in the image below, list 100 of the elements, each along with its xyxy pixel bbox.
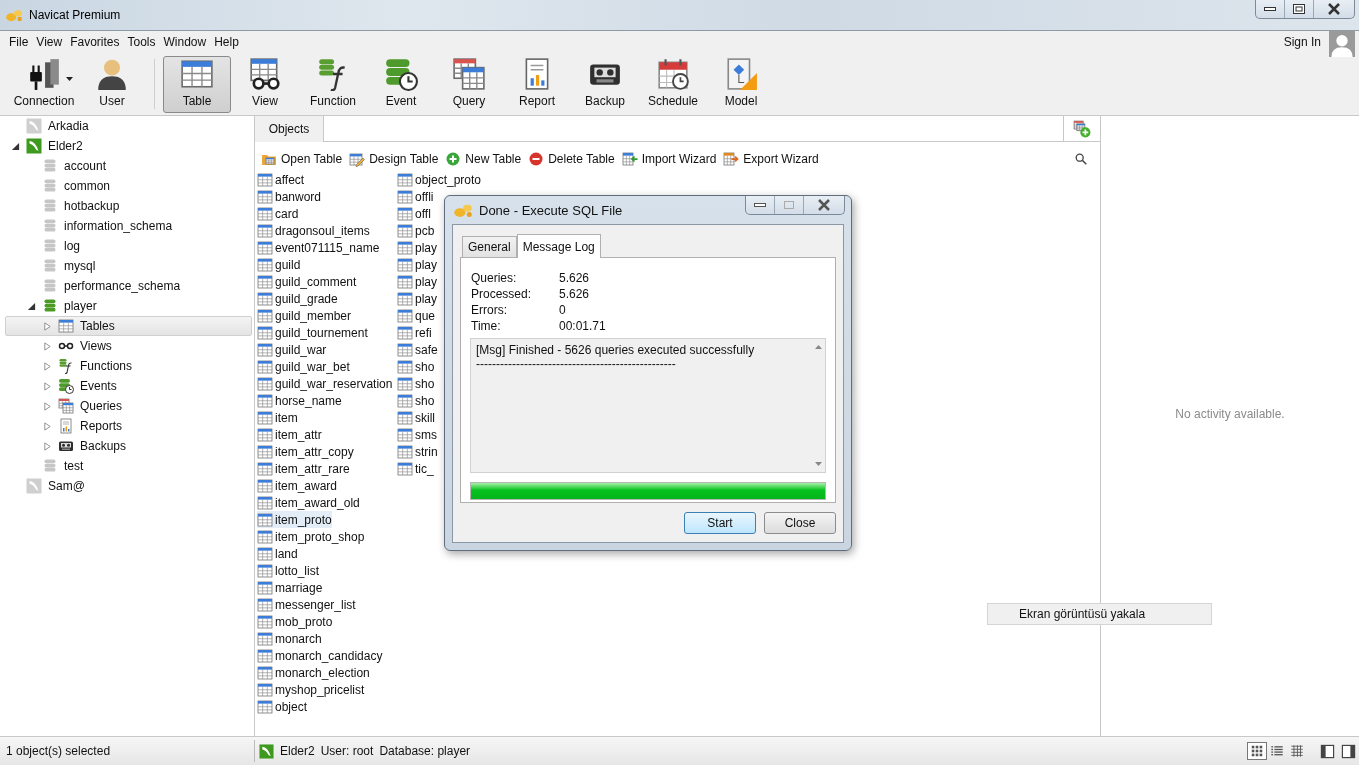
- toolbar-button[interactable]: Design Table: [349, 151, 439, 167]
- table-item[interactable]: item_award_old: [257, 494, 360, 511]
- table-item[interactable]: safe: [397, 341, 438, 358]
- tree-item[interactable]: hotbackup: [5, 196, 252, 216]
- tree-item[interactable]: mysql: [5, 256, 252, 276]
- table-item[interactable]: offli: [397, 188, 434, 205]
- up-arrow-icon[interactable]: [814, 345, 822, 349]
- menu-item[interactable]: Tools: [123, 35, 160, 49]
- table-item[interactable]: play: [397, 290, 437, 307]
- table-item[interactable]: dragonsoul_items: [257, 222, 370, 239]
- table-item[interactable]: guild_comment: [257, 273, 357, 290]
- caret-icon[interactable]: [66, 76, 73, 81]
- table-item[interactable]: guild: [257, 256, 301, 273]
- table-item[interactable]: lotto_list: [257, 562, 320, 579]
- toolbar-button[interactable]: User: [78, 55, 146, 113]
- table-item[interactable]: play: [397, 256, 437, 273]
- tree-item[interactable]: Functions: [5, 356, 252, 376]
- table-item[interactable]: monarch: [257, 630, 322, 647]
- tree-item[interactable]: Queries: [5, 396, 252, 416]
- table-item[interactable]: item_award: [257, 477, 338, 494]
- table-item[interactable]: que: [397, 307, 436, 324]
- toolbar-button[interactable]: Model: [707, 55, 775, 113]
- tree-item[interactable]: Elder2: [5, 136, 252, 156]
- tree-item[interactable]: Views: [5, 336, 252, 356]
- table-item[interactable]: item_attr_copy: [257, 443, 354, 460]
- table-item[interactable]: item_proto_shop: [257, 528, 365, 545]
- table-item[interactable]: item_attr_rare: [257, 460, 350, 477]
- sign-in-link[interactable]: Sign In: [1283, 35, 1321, 49]
- table-item[interactable]: item_proto: [257, 511, 332, 528]
- tree-item[interactable]: Tables: [5, 316, 252, 336]
- dialog-button[interactable]: Close: [764, 512, 836, 534]
- tree-item[interactable]: Arkadia: [5, 116, 252, 136]
- table-item[interactable]: event071115_name: [257, 239, 380, 256]
- view-mode-button[interactable]: [1247, 742, 1267, 760]
- table-item[interactable]: refi: [397, 324, 432, 341]
- search-button[interactable]: [1074, 152, 1088, 166]
- toolbar-button[interactable]: Delete Table: [528, 151, 615, 167]
- table-item[interactable]: item: [257, 409, 298, 426]
- table-item[interactable]: guild_war_bet: [257, 358, 350, 375]
- table-item[interactable]: sho: [397, 375, 435, 392]
- table-item[interactable]: sms: [397, 426, 437, 443]
- triangle-icon[interactable]: [10, 141, 20, 151]
- menu-item[interactable]: Help: [210, 35, 243, 49]
- tree-item[interactable]: player: [5, 296, 252, 316]
- table-item[interactable]: monarch_candidacy: [257, 647, 383, 664]
- table-item[interactable]: object_proto: [397, 171, 482, 188]
- table-item[interactable]: horse_name: [257, 392, 342, 409]
- table-item[interactable]: object: [257, 698, 308, 715]
- table-item[interactable]: messenger_list: [257, 596, 356, 613]
- menu-item[interactable]: Window: [159, 35, 211, 49]
- down-arrow-icon[interactable]: [814, 462, 822, 466]
- menu-item[interactable]: Favorites: [66, 35, 124, 49]
- tree-item[interactable]: Backups: [5, 436, 252, 456]
- toolbar-button[interactable]: Schedule: [639, 55, 707, 113]
- tab[interactable]: Message Log: [516, 234, 601, 258]
- table-item[interactable]: sho: [397, 358, 435, 375]
- table-item[interactable]: card: [257, 205, 299, 222]
- tree-item[interactable]: common: [5, 176, 252, 196]
- table-item[interactable]: guild_war: [257, 341, 327, 358]
- table-item[interactable]: item_attr: [257, 426, 322, 443]
- table-item[interactable]: offl: [397, 205, 431, 222]
- tree-item[interactable]: account: [5, 156, 252, 176]
- toolbar-button[interactable]: Table: [163, 55, 231, 113]
- menu-item[interactable]: View: [32, 35, 67, 49]
- table-item[interactable]: guild_member: [257, 307, 352, 324]
- toolbar-button[interactable]: Export Wizard: [723, 151, 819, 167]
- tree-item[interactable]: log: [5, 236, 252, 256]
- table-item[interactable]: sho: [397, 392, 435, 409]
- table-item[interactable]: pcb: [397, 222, 435, 239]
- table-item[interactable]: play: [397, 273, 437, 290]
- tree-item[interactable]: Sam@: [5, 476, 252, 496]
- toolbar-button[interactable]: New Table: [445, 151, 522, 167]
- toolbar-button[interactable]: Backup: [571, 55, 639, 113]
- toolbar-button[interactable]: Open Table: [261, 151, 343, 167]
- table-item[interactable]: guild_war_reservation: [257, 375, 393, 392]
- tree-item[interactable]: Events: [5, 376, 252, 396]
- table-item[interactable]: play: [397, 239, 437, 256]
- triangle-icon[interactable]: [26, 301, 36, 311]
- tab[interactable]: General: [462, 236, 517, 257]
- toolbar-button[interactable]: Query: [435, 55, 503, 113]
- table-item[interactable]: myshop_pricelist: [257, 681, 365, 698]
- table-item[interactable]: guild_grade: [257, 290, 338, 307]
- dialog-button[interactable]: Start: [684, 512, 756, 534]
- toolbar-button[interactable]: View: [231, 55, 299, 113]
- tree-item[interactable]: test: [5, 456, 252, 476]
- tree-item[interactable]: performance_schema: [5, 276, 252, 296]
- table-item[interactable]: land: [257, 545, 298, 562]
- menu-item[interactable]: File: [5, 35, 33, 49]
- table-item[interactable]: mob_proto: [257, 613, 333, 630]
- tree-item[interactable]: information_schema: [5, 216, 252, 236]
- table-item[interactable]: strin: [397, 443, 438, 460]
- table-item[interactable]: tic_: [397, 460, 434, 477]
- table-item[interactable]: affect: [257, 171, 305, 188]
- table-item[interactable]: banword: [257, 188, 322, 205]
- toolbar-button[interactable]: Event: [367, 55, 435, 113]
- table-item[interactable]: skill: [397, 409, 435, 426]
- add-tab-button[interactable]: [1064, 116, 1100, 142]
- toolbar-button[interactable]: Import Wizard: [621, 151, 717, 167]
- toolbar-button[interactable]: Report: [503, 55, 571, 113]
- toolbar-button[interactable]: Function: [299, 55, 367, 113]
